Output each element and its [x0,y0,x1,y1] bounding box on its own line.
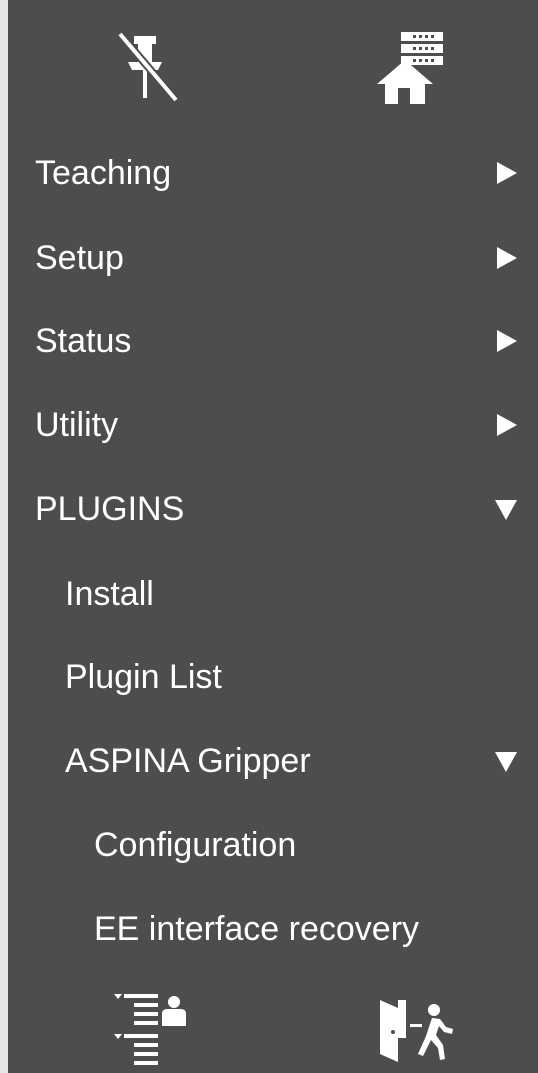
home-server-icon[interactable] [373,30,453,106]
menu-item-utility[interactable]: Utility [8,395,538,455]
unpin-icon[interactable] [110,30,182,102]
menu-item-configuration-label: Configuration [94,826,297,864]
collapse-down-arrow-icon [495,500,517,520]
menu-item-utility-label: Utility [35,406,119,444]
menu-item-plugin-list-label: Plugin List [65,658,222,696]
expand-right-arrow-icon [497,330,517,352]
menu-item-plugin-list[interactable]: Plugin List [8,647,538,707]
menu-item-setup-label: Setup [35,239,124,277]
menu-item-status-label: Status [35,322,132,360]
collapse-down-arrow-icon [495,752,517,772]
menu-item-install-label: Install [65,575,154,613]
menu-item-configuration[interactable]: Configuration [8,815,538,875]
expand-right-arrow-icon [497,247,517,269]
menu-item-status[interactable]: Status [8,311,538,371]
menu-item-ee-interface-recovery[interactable]: EE interface recovery [8,899,538,959]
menu-item-aspina-gripper[interactable]: ASPINA Gripper [8,731,538,791]
menu-item-install[interactable]: Install [8,564,538,624]
menu-item-setup[interactable]: Setup [8,228,538,288]
menu-item-ee-interface-recovery-label: EE interface recovery [94,910,420,948]
expand-right-arrow-icon [497,162,517,184]
expand-right-arrow-icon [497,414,517,436]
side-menu-panel: Teaching Setup Status Utility PLUGINS In… [8,0,538,1073]
exit-icon[interactable] [376,998,454,1064]
user-list-icon[interactable] [110,990,188,1066]
menu-item-teaching-label: Teaching [35,154,172,192]
menu-item-teaching[interactable]: Teaching [8,143,538,203]
menu-item-aspina-gripper-label: ASPINA Gripper [65,742,311,780]
menu-item-plugins[interactable]: PLUGINS [8,479,538,539]
menu-item-plugins-label: PLUGINS [35,490,185,528]
